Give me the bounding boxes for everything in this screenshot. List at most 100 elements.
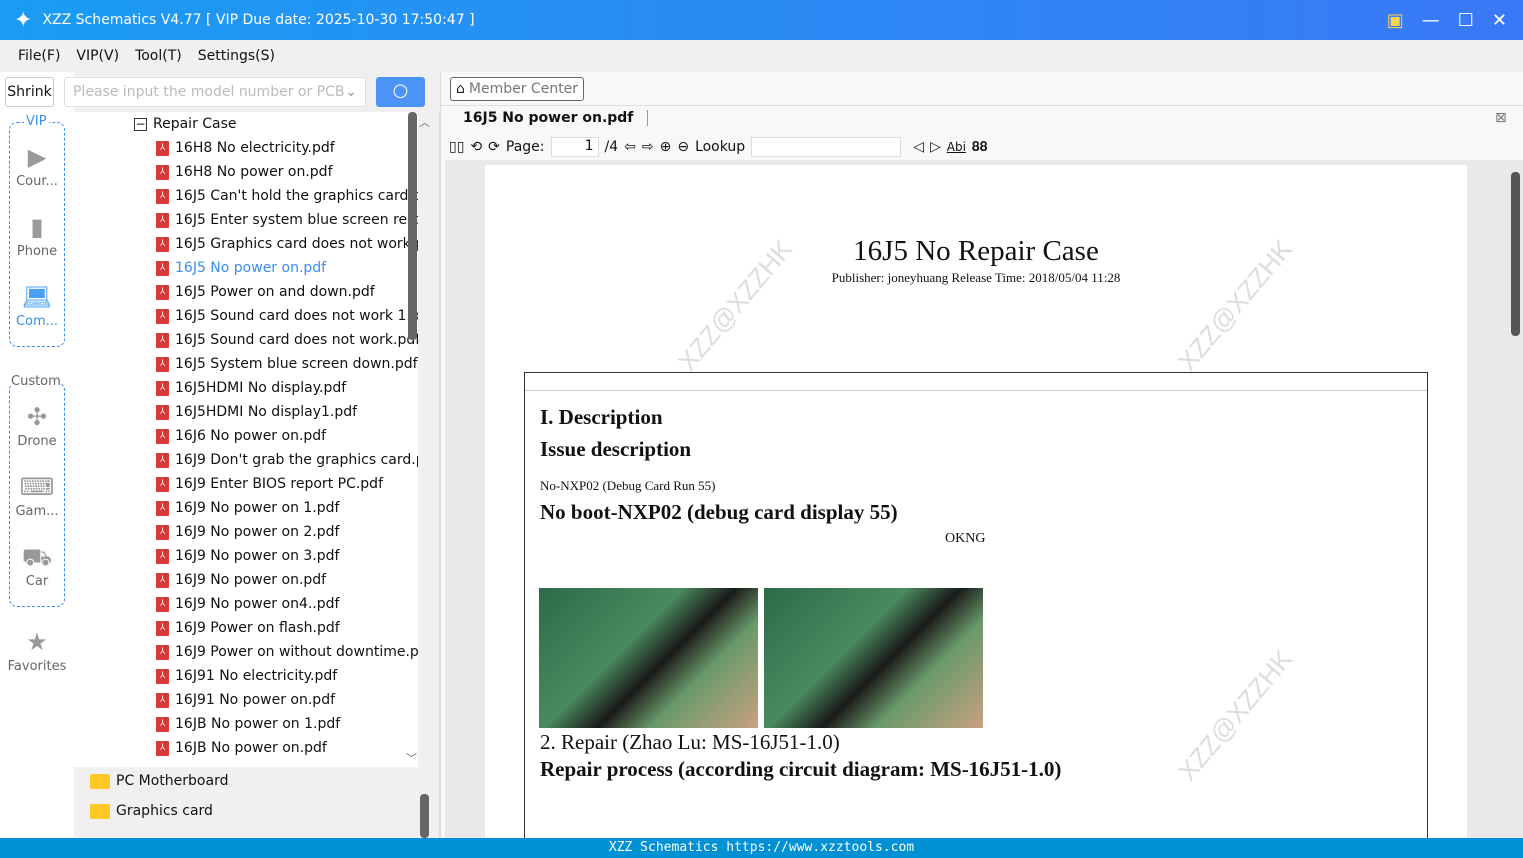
phone-icon: ▮ <box>30 213 44 241</box>
close-button[interactable]: ✕ <box>1492 10 1507 31</box>
nav-car[interactable]: ⛟ Car <box>0 544 74 589</box>
nav-computer[interactable]: 💻︎ Com... <box>0 284 74 329</box>
file-name: 16J5 Power on and down.pdf <box>175 284 375 300</box>
tree-file-item[interactable]: ⅄ 16J5 Power on and down.pdf <box>156 280 375 304</box>
tree-file-item[interactable]: ⅄ 16J5HDMI No display1.pdf <box>156 400 357 424</box>
pdf-file-icon: ⅄ <box>156 356 169 372</box>
doc-title: 16J5 No Repair Case <box>853 235 1099 267</box>
tree-file-item[interactable]: ⅄ 16J5 System blue screen down.pdf <box>156 352 418 376</box>
rotate-right-icon[interactable]: ⟳ <box>488 139 500 155</box>
scroll-up-icon[interactable]: ︿ <box>419 114 430 130</box>
rotate-left-icon[interactable]: ⟲ <box>470 139 482 155</box>
tree-file-item[interactable]: ⅄ 16J9 No power on4..pdf <box>156 592 339 616</box>
tree-node-repair-case[interactable]: − Repair Case <box>134 112 237 136</box>
zoom-in-icon[interactable]: ⊕ <box>660 139 672 155</box>
menu-tool[interactable]: Tool(T) <box>135 48 182 64</box>
tab-document[interactable]: 16J5 No power on.pdf <box>463 110 649 126</box>
file-name: 16J5 Can't hold the graphics card.pdf <box>175 188 418 204</box>
nav-drone[interactable]: ✣ Drone <box>0 404 74 449</box>
match-case-button[interactable]: Abi <box>947 140 966 154</box>
nav-favorites[interactable]: ★ Favorites <box>0 629 74 674</box>
search-button[interactable]: ○ <box>376 77 425 107</box>
pdf-file-icon: ⅄ <box>156 476 169 492</box>
pdf-file-icon: ⅄ <box>156 596 169 612</box>
tree-file-item[interactable]: ⅄ 16J5 Enter system blue screen restart.p… <box>156 208 418 232</box>
tree-file-item[interactable]: ⅄ 16J9 Power on without downtime.pdf <box>156 640 418 664</box>
star-icon: ★ <box>26 628 48 656</box>
tree-file-item[interactable]: ⅄ 16J9 Enter BIOS report PC.pdf <box>156 472 383 496</box>
tree-file-item[interactable]: ⅄ 16J91 No power on.pdf <box>156 688 335 712</box>
process-heading: Repair process (according circuit diagra… <box>540 757 1062 781</box>
menu-vip[interactable]: VIP(V) <box>76 48 119 64</box>
zoom-out-icon[interactable]: ⊖ <box>677 139 689 155</box>
tree-file-item[interactable]: ⅄ 16J9 No power on 1.pdf <box>156 496 339 520</box>
tree-file-item[interactable]: ⅄ 16J5 Sound card does not work.pdf <box>156 328 418 352</box>
file-name: 16H8 No electricity.pdf <box>175 140 335 156</box>
lookup-input[interactable] <box>751 137 902 157</box>
tree-file-item[interactable]: ⅄ 16J91 No electricity.pdf <box>156 664 337 688</box>
next-page-icon[interactable]: ⇨ <box>642 139 654 155</box>
pdf-file-icon: ⅄ <box>156 524 169 540</box>
status-bar: XZZ Schematics https://www.xzztools.com <box>0 838 1523 858</box>
tree-file-item[interactable]: ⅄ 16J5 No power on.pdf <box>156 256 326 280</box>
tree-file-item[interactable]: ⅄ 16J9 No power on 2.pdf <box>156 520 339 544</box>
pdf-file-icon: ⅄ <box>156 572 169 588</box>
scroll-down-icon[interactable]: ﹀ <box>406 750 417 766</box>
tree-file-item[interactable]: ⅄ 16H8 No power on.pdf <box>156 160 333 184</box>
find-next-icon[interactable]: ▷ <box>930 139 941 155</box>
file-name: 16J9 Power on without downtime.pdf <box>175 644 418 660</box>
tree-file-item[interactable]: ⅄ 16H8 No electricity.pdf <box>156 136 335 160</box>
pdf-file-icon: ⅄ <box>156 452 169 468</box>
tree-file-item[interactable]: ⅄ 16J5HDMI No display.pdf <box>156 376 346 400</box>
custom-label: Custom <box>11 374 61 389</box>
search-input[interactable]: Please input the model number or PCB <box>73 84 345 100</box>
shrink-button[interactable]: Shrink <box>5 77 54 107</box>
vip-bag-icon[interactable]: ▣ <box>1387 10 1404 31</box>
tree-file-item[interactable]: ⅄ 16J5 Can't hold the graphics card.pdf <box>156 184 418 208</box>
tree-file-item[interactable]: ⅄ 16J5 Sound card does not work 1.pdf <box>156 304 418 328</box>
nav-course[interactable]: ▶ Cour... <box>0 144 74 189</box>
pdf-file-icon: ⅄ <box>156 188 169 204</box>
menu-bar: File(F) VIP(V) Tool(T) Settings(S) <box>0 40 1523 72</box>
pdf-scrollbar[interactable] <box>1511 172 1520 336</box>
home-icon: ⌂ <box>456 81 465 97</box>
nav-phone[interactable]: ▮ Phone <box>0 214 74 259</box>
file-name: 16H8 No power on.pdf <box>175 164 333 180</box>
tree-file-item[interactable]: ⅄ 16J9 No power on 3.pdf <box>156 544 339 568</box>
find-prev-icon[interactable]: ◁ <box>913 139 924 155</box>
binoculars-icon[interactable]: 𝟖𝟖 <box>972 139 988 155</box>
page-input[interactable]: 1 <box>550 137 599 157</box>
chevron-down-icon[interactable]: ⌄ <box>345 84 357 100</box>
folder-graphics-card[interactable]: Graphics card <box>90 803 213 819</box>
nav-game[interactable]: ⌨ Gam... <box>0 474 74 519</box>
file-name: 16J5HDMI No display.pdf <box>175 380 347 396</box>
menu-settings[interactable]: Settings(S) <box>198 48 275 64</box>
laptop-icon: 💻︎ <box>21 283 53 311</box>
board-photo-1 <box>539 588 758 728</box>
folder-pc-motherboard[interactable]: PC Motherboard <box>90 773 228 789</box>
file-name: 16J5 Graphics card does not work.pdf <box>175 236 418 252</box>
drone-icon: ✣ <box>26 403 48 431</box>
close-tab-icon[interactable]: ⊠ <box>1495 110 1507 126</box>
title-bar: ✦ XZZ Schematics V4.77 [ VIP Due date: 2… <box>0 0 1523 40</box>
prev-page-icon[interactable]: ⇦ <box>624 139 636 155</box>
tree-file-item[interactable]: ⅄ 16JB No power on.pdf <box>156 736 327 760</box>
file-name: 16J9 No power on4..pdf <box>175 596 340 612</box>
minimize-button[interactable]: — <box>1422 10 1440 31</box>
maximize-button[interactable]: ☐ <box>1458 10 1474 31</box>
tree-file-item[interactable]: ⅄ 16J6 No power on.pdf <box>156 424 326 448</box>
tree-file-item[interactable]: ⅄ 16J9 Don't grab the graphics card.pdf <box>156 448 418 472</box>
tree-file-item[interactable]: ⅄ 16JB No power on 1.pdf <box>156 712 340 736</box>
two-page-icon[interactable]: ▯▯ <box>449 139 464 155</box>
pdf-toolbar: ▯▯ ⟲ ⟳ Page: 1 /4 ⇦ ⇨ ⊕ ⊖ Lookup ◁ ▷ Abi… <box>449 136 988 158</box>
member-center-button[interactable]: ⌂ Member Center <box>450 77 585 101</box>
menu-file[interactable]: File(F) <box>18 48 60 64</box>
tree-scrollbar[interactable] <box>408 112 417 340</box>
model-search-combobox[interactable]: Please input the model number or PCB ⌄ <box>64 77 366 107</box>
collapse-icon[interactable]: − <box>134 117 147 131</box>
tree-file-item[interactable]: ⅄ 16J9 No power on.pdf <box>156 568 326 592</box>
pdf-file-icon: ⅄ <box>156 260 169 276</box>
tree-file-item[interactable]: ⅄ 16J5 Graphics card does not work.pdf <box>156 232 418 256</box>
tree-file-item[interactable]: ⅄ 16J9 Power on flash.pdf <box>156 616 340 640</box>
folder-scrollbar[interactable] <box>420 794 429 838</box>
